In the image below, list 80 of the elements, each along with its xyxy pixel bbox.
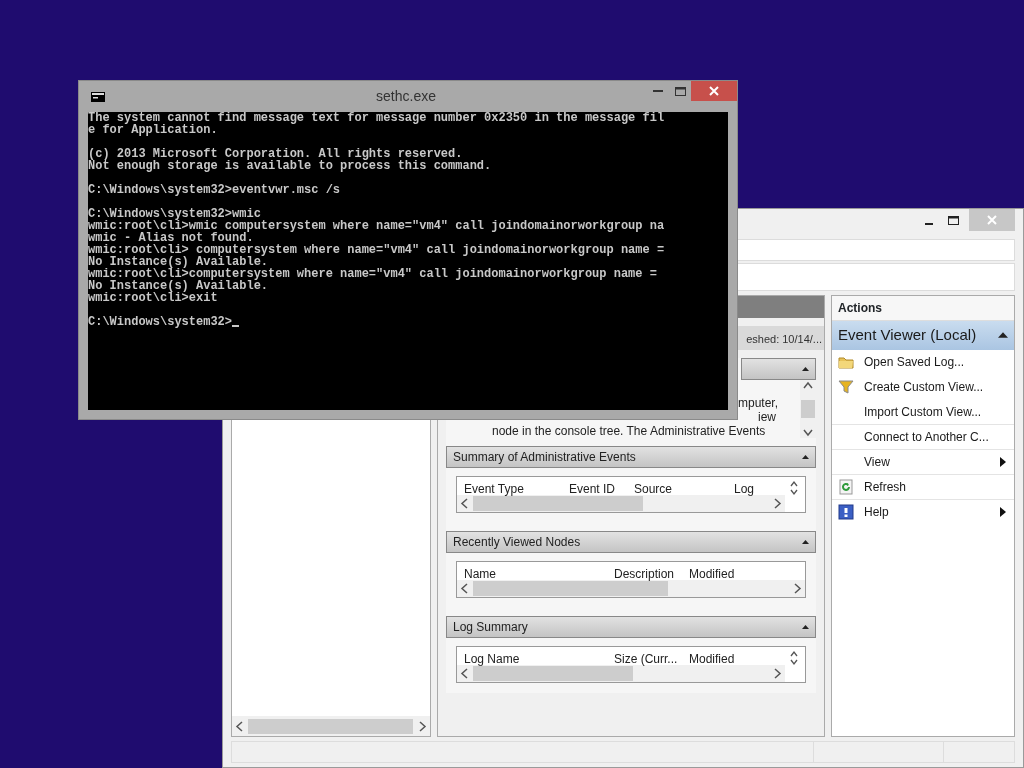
text-cursor <box>232 325 240 327</box>
action-label: Refresh <box>864 478 908 496</box>
scroll-arrows-icon[interactable] <box>789 650 799 666</box>
column-header[interactable]: Log <box>727 480 787 495</box>
group-header[interactable]: Event Viewer (Local) <box>832 321 1014 350</box>
column-header[interactable]: Event ID <box>562 480 627 495</box>
maximize-icon <box>947 215 959 225</box>
action-item[interactable]: Refresh <box>832 474 1014 500</box>
console-line: Not enough storage is available to process this command. <box>88 160 493 172</box>
console-line: C:\Windows\system32>wmic <box>88 208 261 220</box>
column-header[interactable]: Modified <box>682 650 782 665</box>
folder-icon <box>838 354 854 370</box>
section-title: Log Summary <box>453 619 528 636</box>
action-label: Import Custom View... <box>864 403 983 421</box>
submenu-arrow-icon <box>1000 507 1006 517</box>
scrollbar-thumb[interactable] <box>248 718 413 734</box>
action-item[interactable]: Open Saved Log... <box>832 349 1014 375</box>
close-button[interactable] <box>691 81 737 101</box>
section-header[interactable]: Log Summary <box>446 616 816 638</box>
group-title: Event Viewer (Local) <box>838 325 977 345</box>
action-item[interactable]: Help <box>832 499 1014 525</box>
close-icon <box>987 215 997 225</box>
column-header[interactable]: Source <box>627 480 727 495</box>
console-line: wmic:root\cli>wmic computersystem where name="vm4" call joindomainorworkgroup na <box>88 220 666 232</box>
action-label: Connect to Another C... <box>864 428 990 446</box>
pane-title: Actions <box>832 296 1014 321</box>
column-header[interactable]: Event Type <box>457 480 562 495</box>
window-title: sethc.exe <box>375 87 437 106</box>
console-line: No Instance(s) Available. <box>88 280 269 292</box>
column-header[interactable]: Log Name <box>457 650 607 665</box>
column-header[interactable]: Name <box>457 565 607 580</box>
console-line: The system cannot find message text for message number 0x2350 in the message fil <box>88 112 666 124</box>
console-line: C:\Windows\system32> <box>88 316 233 328</box>
console-line: wmic:root\cli>exit <box>88 292 219 304</box>
section-title: Summary of Administrative Events <box>453 449 636 466</box>
console-line: wmic:root\cli>computersystem where name="vm4" call joindomainorworkgroup name = <box>88 268 658 280</box>
console-line: wmic:root\cli> computersystem where name="vm4" call joindomainorworkgroup name = <box>88 244 666 256</box>
action-item[interactable]: Connect to Another C... <box>832 424 1014 450</box>
close-icon <box>709 86 719 96</box>
scroll-down-icon[interactable] <box>802 428 814 438</box>
scroll-arrows-icon[interactable] <box>789 480 799 496</box>
filter-icon <box>838 379 854 395</box>
action-label: Create Custom View... <box>864 379 985 396</box>
column-header[interactable]: Size (Curr... <box>607 650 682 665</box>
action-item[interactable]: Import Custom View... <box>832 399 1014 425</box>
scrollbar-thumb[interactable] <box>473 496 643 511</box>
action-item[interactable]: Create Custom View... <box>832 374 1014 400</box>
section-header[interactable]: Summary of Administrative Events <box>446 446 816 468</box>
overview-text: node in the console tree. The Administrative Events <box>492 424 766 438</box>
collapse-arrow-icon[interactable] <box>802 625 809 629</box>
action-label: View <box>864 453 891 471</box>
action-item[interactable]: View <box>832 449 1014 475</box>
scrollbar-thumb[interactable] <box>473 666 633 681</box>
action-label: Open Saved Log... <box>864 354 966 371</box>
console-line: No Instance(s) Available. <box>88 256 269 268</box>
console-icon <box>91 91 105 102</box>
scroll-up-icon[interactable] <box>802 380 814 390</box>
help-icon <box>838 504 854 520</box>
section-title: Recently Viewed Nodes <box>453 534 581 551</box>
minimize-icon <box>925 223 933 225</box>
overview-text: iew <box>758 410 776 424</box>
column-header[interactable]: Modified <box>682 565 782 580</box>
collapse-arrow-icon[interactable] <box>802 367 809 371</box>
submenu-arrow-icon <box>1000 456 1006 467</box>
collapse-arrow-icon[interactable] <box>802 540 809 544</box>
collapse-arrow-icon[interactable] <box>998 332 1008 339</box>
console-line: (c) 2013 Microsoft Corporation. All rights reserved. <box>88 148 463 160</box>
column-header[interactable]: Description <box>607 565 682 580</box>
refresh-icon <box>838 478 854 495</box>
maximize-icon <box>674 86 686 96</box>
console-line: C:\Windows\system32>eventvwr.msc /s <box>88 184 342 196</box>
action-label: Help <box>864 504 890 521</box>
console-line: wmic - Alias not found. <box>88 232 254 244</box>
collapse-arrow-icon[interactable] <box>802 455 809 459</box>
overview-text: mputer, <box>738 396 779 410</box>
scrollbar-thumb[interactable] <box>473 581 668 596</box>
section-header[interactable]: Recently Viewed Nodes <box>446 531 816 553</box>
scrollbar-thumb[interactable] <box>801 400 815 418</box>
minimize-icon <box>653 90 663 92</box>
console-line: e for Application. <box>88 124 219 136</box>
